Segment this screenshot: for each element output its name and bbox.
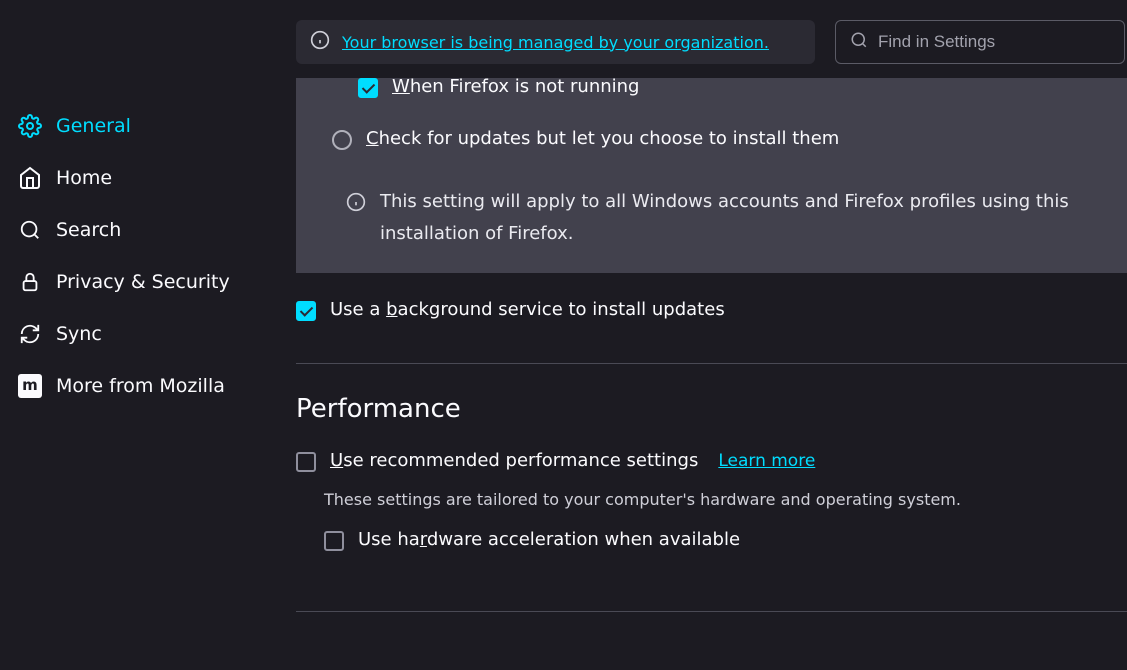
search-icon bbox=[850, 31, 868, 54]
lock-icon bbox=[18, 270, 42, 294]
sidebar-item-label: General bbox=[56, 115, 131, 137]
perf-subtext: These settings are tailored to your comp… bbox=[324, 490, 1127, 509]
search-input[interactable] bbox=[878, 32, 1110, 52]
perf-hw-row: Use hardware acceleration when available bbox=[324, 529, 1127, 551]
bg-service-label: Use a background service to install upda… bbox=[330, 299, 725, 320]
mozilla-icon: m bbox=[18, 374, 42, 398]
topbar: Your browser is being managed by your or… bbox=[296, 0, 1127, 78]
perf-recommended-checkbox[interactable] bbox=[296, 452, 316, 472]
managed-banner: Your browser is being managed by your or… bbox=[296, 20, 815, 64]
performance-header: Performance bbox=[296, 394, 1127, 424]
bg-service-checkbox[interactable] bbox=[296, 301, 316, 321]
search-icon bbox=[18, 218, 42, 242]
learn-more-link[interactable]: Learn more bbox=[718, 451, 815, 471]
check-updates-label: Check for updates but let you choose to … bbox=[366, 128, 839, 149]
sidebar-item-home[interactable]: Home bbox=[0, 152, 296, 204]
divider bbox=[296, 611, 1127, 612]
perf-hw-checkbox[interactable] bbox=[324, 531, 344, 551]
search-box[interactable] bbox=[835, 20, 1125, 64]
sidebar-item-label: Sync bbox=[56, 323, 102, 345]
when-not-running-row: When Firefox is not running bbox=[358, 78, 1105, 98]
bg-service-row: Use a background service to install upda… bbox=[296, 273, 1127, 321]
sidebar-item-sync[interactable]: Sync bbox=[0, 308, 296, 360]
updates-info-row: This setting will apply to all Windows a… bbox=[346, 186, 1105, 251]
sync-icon bbox=[18, 322, 42, 346]
sidebar-item-label: Privacy & Security bbox=[56, 271, 230, 293]
perf-hw-label: Use hardware acceleration when available bbox=[358, 529, 740, 550]
gear-icon bbox=[18, 114, 42, 138]
content-area: When Firefox is not running Check for up… bbox=[296, 78, 1127, 670]
sidebar-item-more-mozilla[interactable]: m More from Mozilla bbox=[0, 360, 296, 412]
when-not-running-checkbox[interactable] bbox=[358, 78, 378, 98]
sidebar-item-label: More from Mozilla bbox=[56, 375, 225, 397]
info-icon bbox=[346, 186, 366, 251]
sidebar-item-privacy[interactable]: Privacy & Security bbox=[0, 256, 296, 308]
home-icon bbox=[18, 166, 42, 190]
updates-info-text: This setting will apply to all Windows a… bbox=[380, 186, 1105, 251]
check-updates-radio[interactable] bbox=[332, 130, 352, 150]
when-not-running-label: When Firefox is not running bbox=[392, 78, 639, 97]
sidebar-item-label: Home bbox=[56, 167, 112, 189]
managed-link[interactable]: Your browser is being managed by your or… bbox=[342, 33, 769, 52]
sidebar-item-search[interactable]: Search bbox=[0, 204, 296, 256]
updates-panel: When Firefox is not running Check for up… bbox=[296, 78, 1127, 273]
perf-recommended-row: Use recommended performance settings Lea… bbox=[296, 450, 1127, 472]
sidebar-item-general[interactable]: General bbox=[0, 100, 296, 152]
sidebar-item-label: Search bbox=[56, 219, 121, 241]
info-icon bbox=[310, 30, 330, 54]
sidebar: General Home Search Privacy & Security S… bbox=[0, 0, 296, 670]
perf-recommended-label: Use recommended performance settings bbox=[330, 450, 698, 471]
divider bbox=[296, 363, 1127, 364]
check-updates-row: Check for updates but let you choose to … bbox=[332, 122, 1105, 150]
